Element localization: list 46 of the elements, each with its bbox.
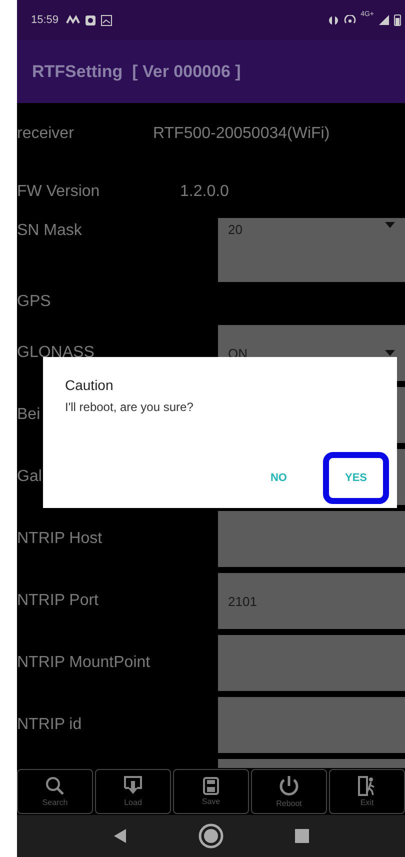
dialog-button[interactable]: NO bbox=[258, 462, 299, 494]
home-icon[interactable] bbox=[198, 823, 224, 849]
search-icon bbox=[45, 776, 65, 796]
input-field[interactable]: 2101 bbox=[218, 573, 405, 629]
setting-value: 1.2.0.0 bbox=[180, 182, 229, 200]
input-field[interactable] bbox=[218, 697, 405, 753]
setting-label: Gal bbox=[17, 468, 42, 486]
toolbar-button[interactable]: Exit bbox=[329, 769, 405, 814]
dropdown-arrow-icon bbox=[385, 350, 395, 356]
dropdown-arrow-icon bbox=[385, 222, 395, 228]
dialog-title: Caution bbox=[65, 377, 114, 393]
setting-value: RTF500-20050034(WiFi) bbox=[153, 125, 330, 143]
toolbar-button[interactable]: Save bbox=[173, 769, 249, 814]
setting-label: NTRIP Port bbox=[17, 592, 98, 610]
toolbar-button[interactable]: Search bbox=[17, 769, 93, 814]
setting-label: NTRIP Host bbox=[17, 530, 102, 548]
setting-label: GPS bbox=[17, 293, 51, 311]
back-icon[interactable] bbox=[112, 828, 127, 844]
dialog-message: I'll reboot, are you sure? bbox=[65, 400, 194, 414]
input-field[interactable] bbox=[218, 511, 405, 567]
setting-label: SN Mask bbox=[17, 222, 82, 240]
download-icon bbox=[124, 776, 142, 796]
power-icon bbox=[278, 775, 300, 797]
image-notification-icon bbox=[100, 14, 112, 26]
input-field[interactable] bbox=[218, 635, 405, 691]
setting-label: NTRIP MountPoint bbox=[17, 654, 150, 672]
setting-label: Bei bbox=[17, 406, 40, 424]
dropdown[interactable]: 20 bbox=[218, 218, 405, 282]
save-icon bbox=[203, 777, 219, 795]
setting-label: GLONASS bbox=[17, 344, 94, 362]
app-notification-icon bbox=[84, 14, 96, 26]
toolbar-button[interactable]: Reboot bbox=[251, 769, 327, 814]
battery-icon bbox=[394, 14, 401, 26]
app-title: RTFSetting [ Ver 000006 ] bbox=[32, 62, 241, 82]
setting-label: receiver bbox=[17, 125, 74, 143]
vibrate-icon bbox=[328, 14, 339, 26]
setting-label: NTRIP id bbox=[17, 716, 82, 734]
recents-icon[interactable] bbox=[295, 829, 310, 843]
notification-icon bbox=[66, 15, 80, 25]
hotspot-icon bbox=[344, 14, 356, 26]
signal-icon bbox=[379, 15, 389, 25]
dialog-button[interactable]: YES bbox=[332, 462, 379, 494]
setting-label: FW Version bbox=[17, 182, 100, 200]
status-time: 15:59 bbox=[31, 14, 59, 26]
exit-icon bbox=[358, 776, 376, 796]
toolbar-button[interactable]: Load bbox=[95, 769, 171, 814]
